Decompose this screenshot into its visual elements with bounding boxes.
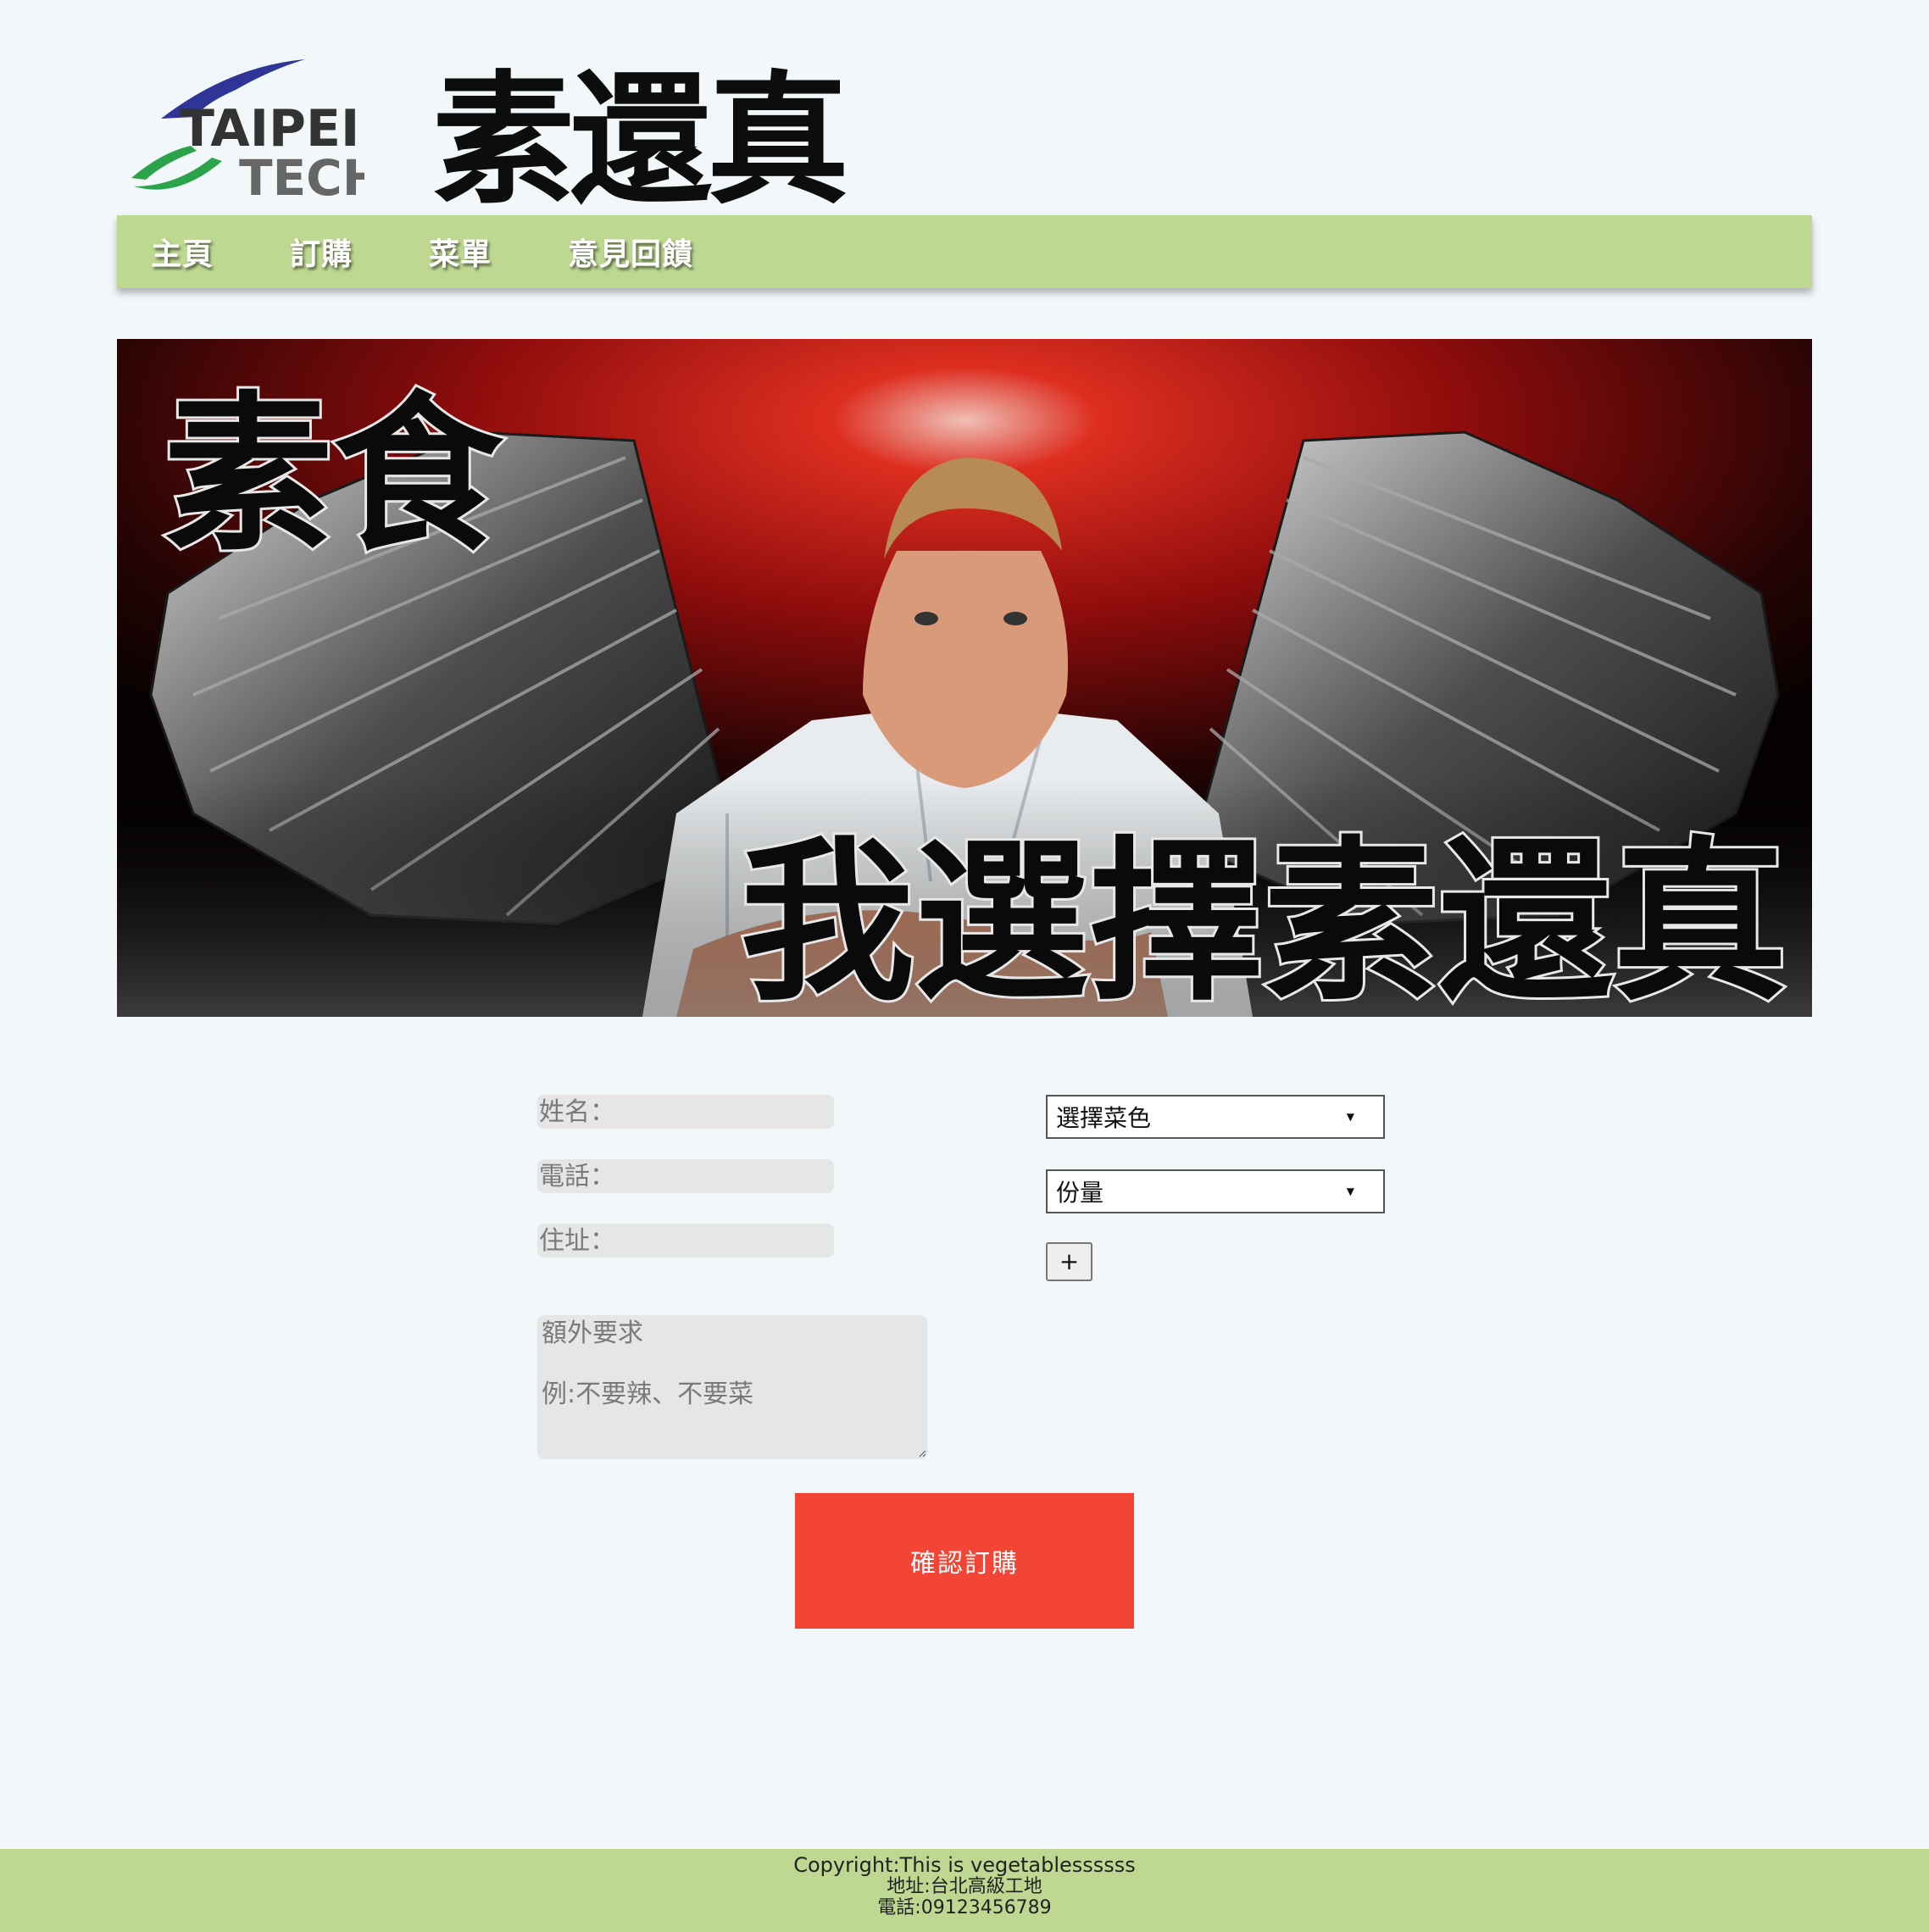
portion-select-value: 份量 [1056,1179,1104,1207]
nav-item-menu[interactable]: 菜單 [429,230,492,274]
hero-banner: 素食 我選擇素還真 [117,339,1812,1017]
portion-select[interactable]: 份量 ▼ [1046,1169,1385,1213]
resize-grip-icon[interactable] [918,1449,926,1457]
address-input[interactable] [537,1224,834,1257]
brand-calligraphy-title: 素還真 [432,36,856,214]
phone-input[interactable] [537,1159,834,1193]
nav-item-feedback[interactable]: 意見回饋 [568,230,693,274]
logo-line2-text: TECH [239,149,364,203]
confirm-order-button[interactable]: 確認訂購 [795,1493,1134,1629]
dish-select[interactable]: 選擇菜色 ▼ [1046,1095,1385,1139]
banner-caption-bottom: 我選擇素還真 [740,819,1787,1017]
extra-requests-textarea[interactable] [537,1315,927,1459]
footer-phone: 電話:09123456789 [877,1897,1052,1918]
taipei-tech-logo: TAIPEI TECH [127,51,364,203]
footer-copyright: Copyright:This is vegetablessssss [793,1853,1136,1877]
nav-item-home[interactable]: 主頁 [151,230,214,274]
main-navbar: 主頁 訂購 菜單 意見回饋 [117,215,1812,288]
nav-item-order[interactable]: 訂購 [290,230,353,274]
name-input[interactable] [537,1095,834,1129]
dish-select-value: 選擇菜色 [1056,1104,1152,1132]
add-item-button[interactable]: + [1046,1242,1092,1281]
dropdown-arrow-icon: ▼ [1346,1111,1354,1123]
page-footer: Copyright:This is vegetablessssss 地址:台北高… [0,1849,1929,1932]
banner-caption-top: 素食 [164,375,504,575]
brand-title-text: 素還真 [432,56,846,214]
footer-address: 地址:台北高級工地 [887,1876,1042,1897]
dropdown-arrow-icon: ▼ [1346,1185,1354,1197]
order-form: 選擇菜色 ▼ 份量 ▼ + 確認訂購 [0,1068,1929,1661]
